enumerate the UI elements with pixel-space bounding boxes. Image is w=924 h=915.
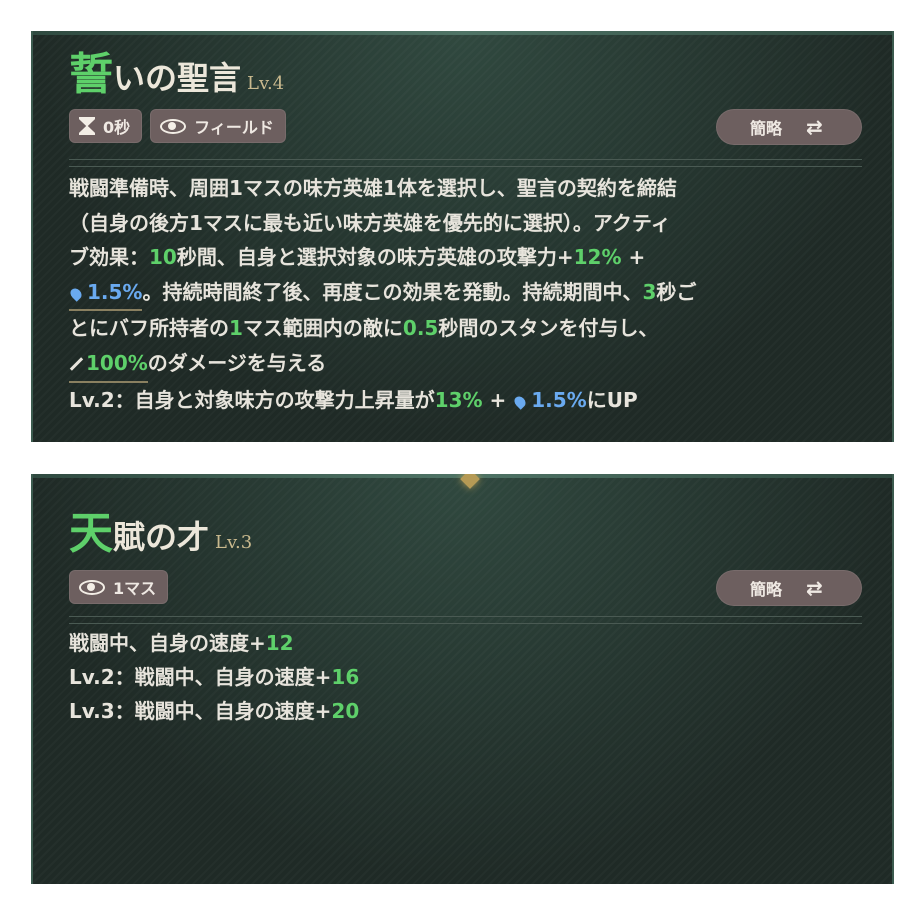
skill-level: Lv.4 <box>247 73 285 94</box>
simplify-toggle-label: 簡略 <box>750 119 783 138</box>
swap-icon: ⇄ <box>806 576 823 600</box>
skill-title-first-char: 誓 <box>69 49 113 100</box>
skill-panel-talent: 天 賦の才 Lv.3 1マス 簡略 ⇄ 戦闘中、自身の速度+12 Lv.2：戦闘… <box>31 474 894 884</box>
desc-text: （自身の後方1マスに最も近い味方英雄を優先的に選択）。アクティ <box>69 210 671 235</box>
cooldown-tag: 0秒 <box>69 109 143 143</box>
desc-text: とにバフ所持者の <box>69 316 229 341</box>
skill-tags: 0秒 フィールド <box>69 109 286 145</box>
speed-value: 20 <box>331 699 360 723</box>
skill-level: Lv.3 <box>215 532 253 553</box>
desc-text: Lv.2：自身と対象味方の攻撃力上昇量が <box>69 387 435 412</box>
attack-bonus-value: 12% <box>573 245 622 270</box>
desc-text: 戦闘中、自身の速度+ <box>69 631 266 655</box>
simplify-toggle-button[interactable]: 簡略 ⇄ <box>716 109 862 145</box>
simplify-toggle-button[interactable]: 簡略 ⇄ <box>716 570 862 606</box>
desc-text: 。持続時間終了後、再度この効果を発動。持続期間中、 <box>142 279 643 304</box>
range-tag: 1マス <box>69 570 169 604</box>
range-number: 1 <box>229 316 243 341</box>
cooldown-value: 0秒 <box>103 118 131 137</box>
desc-line: Lv.2：自身と対象味方の攻撃力上昇量が13% + 1.5%にUP <box>69 383 862 418</box>
hourglass-icon <box>79 117 95 135</box>
swap-icon: ⇄ <box>806 115 823 139</box>
skill-title: 天 賦の才 Lv.3 <box>69 504 252 564</box>
skill-title-rest: いの聖言 <box>113 59 242 97</box>
desc-text: 秒間、自身と選択対象の味方英雄の攻撃力+ <box>176 245 574 270</box>
speed-value: 16 <box>331 665 360 689</box>
desc-line: 戦闘中、自身の速度+12 <box>69 626 862 660</box>
divider <box>69 159 862 167</box>
range-tag: フィールド <box>150 109 286 143</box>
desc-text: Lv.3：戦闘中、自身の速度+ <box>69 699 332 723</box>
desc-line: 1.5%。持続時間終了後、再度この効果を発動。持続期間中、3秒ご <box>68 275 862 312</box>
panel-frame-top <box>33 31 892 35</box>
eye-icon <box>160 119 187 134</box>
water-bonus-value: 1.5% <box>87 279 143 304</box>
water-bonus-term[interactable]: 1.5% <box>68 275 143 312</box>
desc-text: + <box>482 387 514 412</box>
sword-icon <box>69 357 84 371</box>
skill-description: 戦闘準備時、周囲1マスの味方英雄1体を選択し、聖言の契約を締結 （自身の後方1マ… <box>68 171 862 418</box>
desc-line: Lv.2：戦闘中、自身の速度+16 <box>69 660 862 694</box>
desc-text: ブ効果： <box>69 245 149 270</box>
desc-line: Lv.3：戦闘中、自身の速度+20 <box>69 694 862 728</box>
desc-text: 秒間のスタンを付与し、 <box>438 316 659 341</box>
simplify-toggle-label: 簡略 <box>750 580 783 599</box>
damage-term[interactable]: 100% <box>69 346 148 383</box>
desc-text: + <box>621 245 646 270</box>
skill-title-first-char: 天 <box>69 508 113 559</box>
water-drop-icon <box>68 286 84 302</box>
damage-value: 100% <box>86 350 148 375</box>
desc-text: 戦闘準備時、周囲1マスの味方英雄1体を選択し、聖言の契約を締結 <box>69 176 677 200</box>
eye-icon <box>79 580 105 595</box>
divider <box>69 616 862 624</box>
desc-line: ブ効果：10秒間、自身と選択対象の味方英雄の攻撃力+12% + <box>69 240 862 275</box>
upgrade-attack-value: 13% <box>434 387 483 412</box>
desc-line: 戦闘準備時、周囲1マスの味方英雄1体を選択し、聖言の契約を締結 <box>69 171 862 206</box>
skill-title: 誓 いの聖言 Lv.4 <box>69 45 284 105</box>
range-value: フィールド <box>194 118 274 137</box>
skill-tags: 1マス <box>69 570 169 606</box>
skill-description: 戦闘中、自身の速度+12 Lv.2：戦闘中、自身の速度+16 Lv.3：戦闘中、… <box>69 626 862 728</box>
water-drop-icon <box>512 393 529 410</box>
skill-title-rest: 賦の才 <box>113 518 210 556</box>
range-value: 1マス <box>113 579 157 598</box>
stun-duration-value: 0.5 <box>402 316 439 341</box>
desc-text: 秒ご <box>656 279 697 304</box>
desc-line: 100%のダメージを与える <box>69 346 862 383</box>
desc-text: にUP <box>586 387 638 412</box>
gem-ornament <box>460 474 480 489</box>
interval-value: 3 <box>642 279 657 304</box>
desc-text: マス範囲内の敵に <box>242 316 403 341</box>
desc-text: のダメージを与える <box>147 350 327 375</box>
skill-panel-oath: 誓 いの聖言 Lv.4 0秒 フィールド 簡略 ⇄ 戦闘準備時、周囲1マスの味方… <box>31 31 894 442</box>
duration-value: 10 <box>149 245 177 270</box>
upgrade-water-value: 1.5% <box>531 387 587 412</box>
desc-text: Lv.2：戦闘中、自身の速度+ <box>69 665 332 689</box>
speed-value: 12 <box>265 631 294 655</box>
desc-line: とにバフ所持者の1マス範囲内の敵に0.5秒間のスタンを付与し、 <box>69 311 862 346</box>
desc-line: （自身の後方1マスに最も近い味方英雄を優先的に選択）。アクティ <box>69 206 862 241</box>
